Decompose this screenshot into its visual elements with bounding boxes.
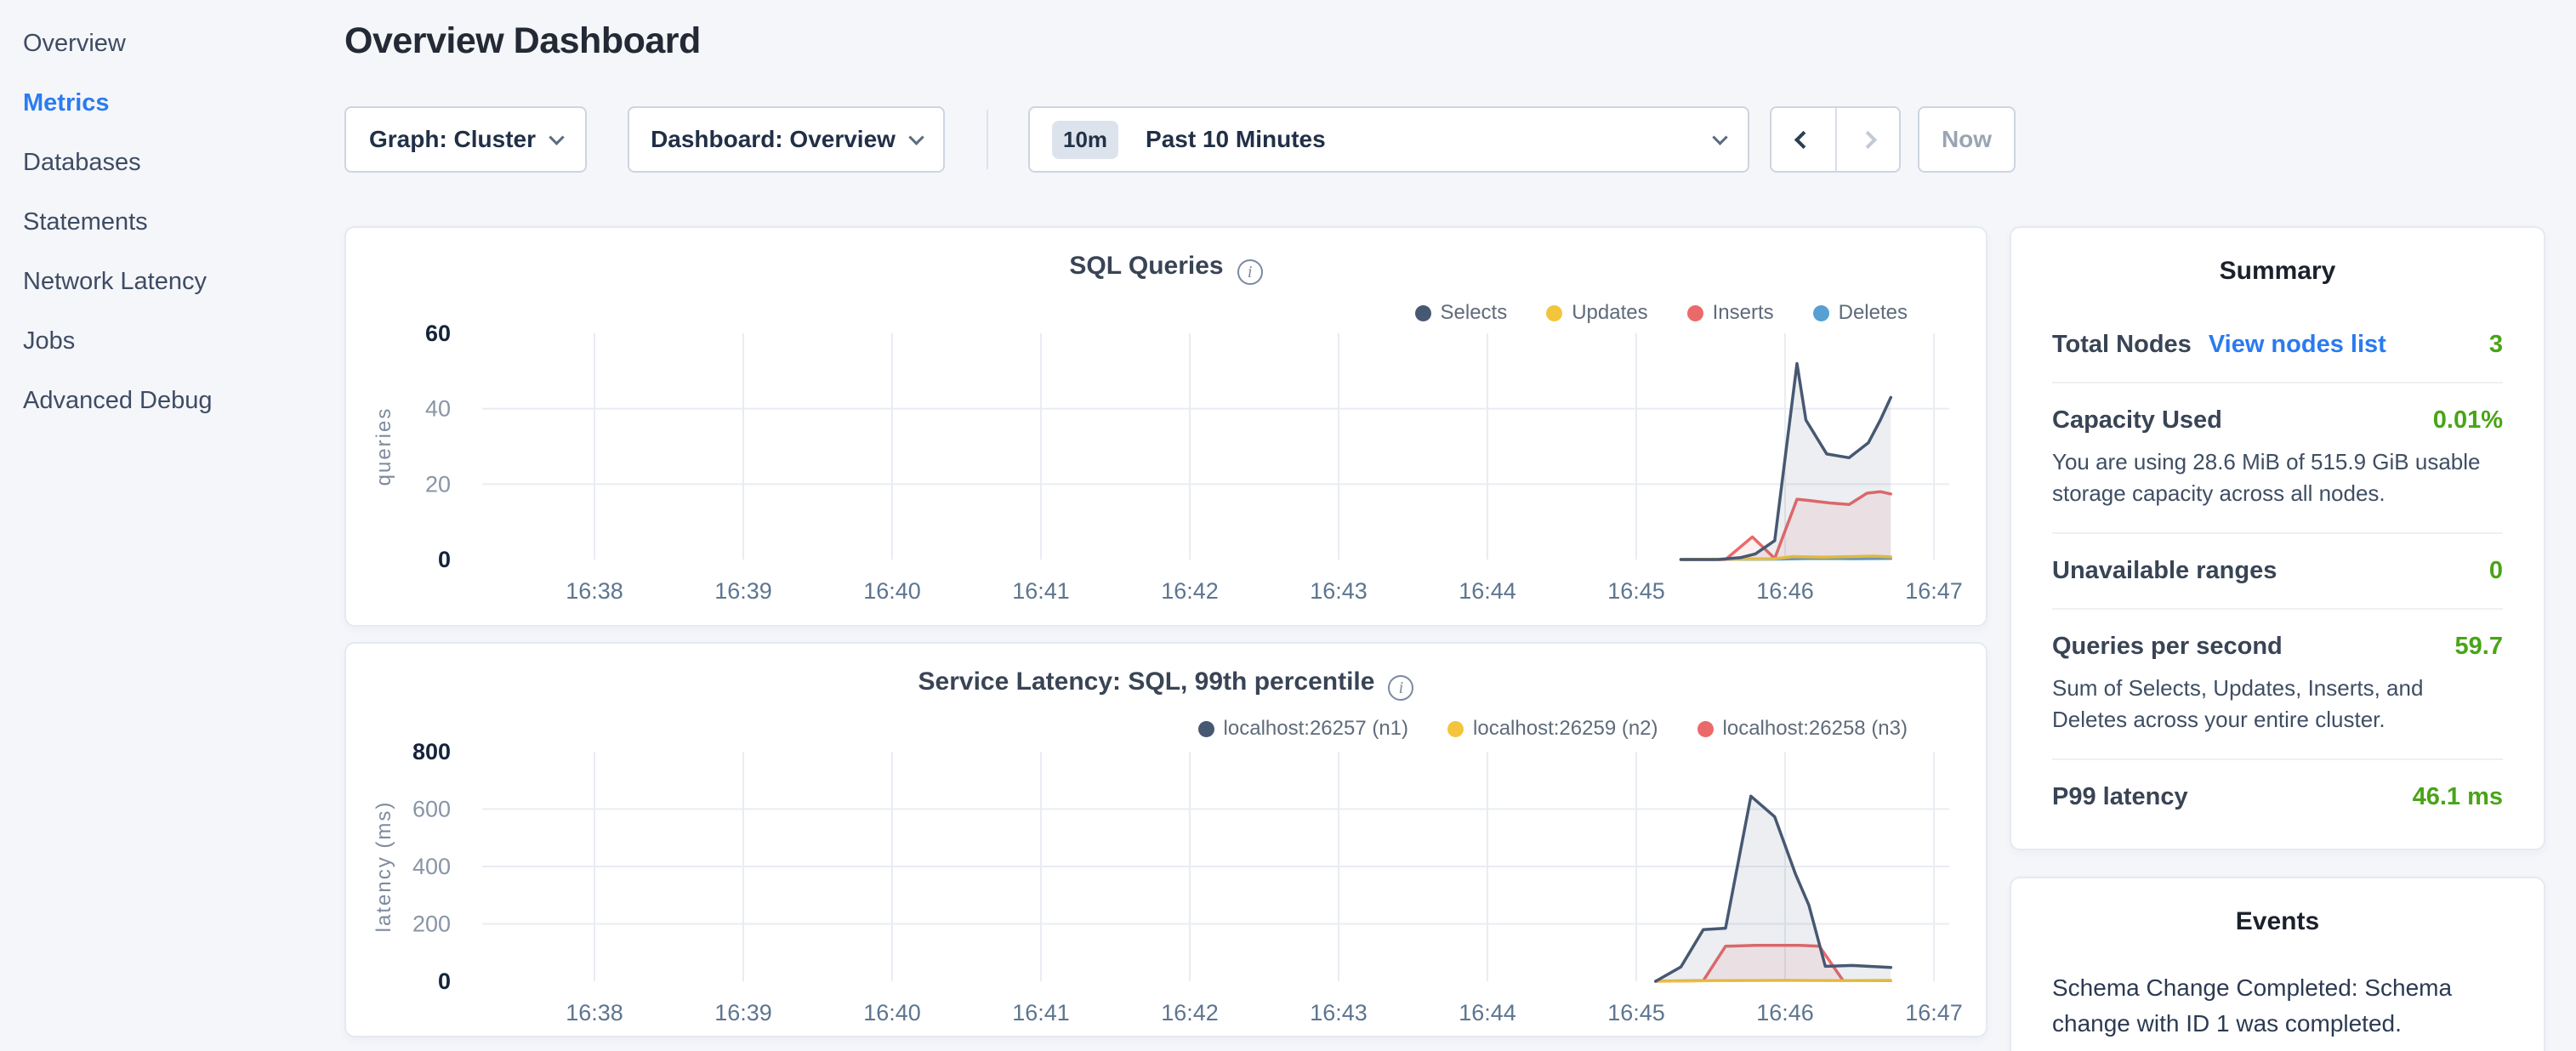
summary-row-queries-per-second: Queries per second 59.7 bbox=[2052, 633, 2503, 661]
x-tick-label: 16:44 bbox=[1459, 578, 1516, 604]
y-tick-label: 600 bbox=[412, 797, 451, 822]
time-next-button[interactable] bbox=[1835, 108, 1899, 171]
view-nodes-list-link[interactable]: View nodes list bbox=[2209, 331, 2386, 359]
x-tick-label: 16:38 bbox=[566, 1000, 623, 1025]
x-tick-label: 16:42 bbox=[1161, 1000, 1219, 1025]
x-tick-label: 16:44 bbox=[1459, 1000, 1516, 1025]
chart-canvas: 0 20 40 60 16:38 16:39 16:40 16:41 16:42 16:43 16:… bbox=[346, 228, 1989, 628]
chart-canvas: 0 200 400 600 800 16:38 16:39 16:40 16:41 16:42 16… bbox=[346, 644, 1989, 1039]
stat-label: Queries per second bbox=[2052, 633, 2283, 661]
y-tick-label: 0 bbox=[438, 969, 451, 994]
service-latency-plot: 0 200 400 600 800 16:38 16:39 16:40 16:41 16:42 16… bbox=[346, 644, 1989, 1043]
x-tick-label: 16:43 bbox=[1310, 1000, 1368, 1025]
x-tick-label: 16:39 bbox=[714, 578, 772, 604]
y-tick-label: 400 bbox=[412, 854, 451, 879]
summary-row-unavailable-ranges: Unavailable ranges 0 bbox=[2052, 557, 2503, 585]
stat-value: 3 bbox=[2489, 331, 2503, 359]
x-tick-label: 16:39 bbox=[714, 1000, 772, 1025]
sidebar-item-advanced-debug[interactable]: Advanced Debug bbox=[0, 371, 340, 430]
sql-queries-chart-card: SQL Queriesi SelectsUpdatesInsertsDelete… bbox=[344, 226, 1987, 627]
events-panel: Events Schema Change Completed: Schema c… bbox=[2010, 877, 2545, 1051]
summary-row-capacity-used: Capacity Used 0.01% bbox=[2052, 406, 2503, 435]
events-title: Events bbox=[2011, 907, 2544, 936]
summary-title: Summary bbox=[2011, 257, 2544, 286]
stat-label: Total Nodes bbox=[2052, 331, 2192, 359]
y-tick-label: 200 bbox=[412, 912, 451, 937]
x-tick-label: 16:40 bbox=[863, 1000, 921, 1025]
x-tick-label: 16:41 bbox=[1012, 578, 1070, 604]
dashboard-dropdown[interactable]: Dashboard: Overview bbox=[628, 106, 945, 173]
dashboard-label: Dashboard: Overview bbox=[651, 126, 896, 153]
chevron-down-icon bbox=[549, 129, 564, 145]
event-item-text[interactable]: Schema Change Completed: Schema change w… bbox=[2052, 970, 2503, 1042]
x-tick-label: 16:45 bbox=[1607, 578, 1665, 604]
controls-bar: Graph: Cluster Dashboard: Overview 10m P… bbox=[344, 106, 2016, 173]
x-tick-label: 16:42 bbox=[1161, 578, 1219, 604]
stat-description: Sum of Selects, Updates, Inserts, and De… bbox=[2052, 673, 2503, 736]
sidebar-item-metrics[interactable]: Metrics bbox=[0, 73, 340, 133]
stat-value: 0 bbox=[2489, 557, 2503, 585]
sql-queries-plot: 0 20 40 60 16:38 16:39 16:40 16:41 16:42 16:43 16:… bbox=[346, 228, 1989, 633]
page-title: Overview Dashboard bbox=[344, 20, 701, 62]
stat-label: P99 latency bbox=[2052, 783, 2188, 811]
sidebar-item-network-latency[interactable]: Network Latency bbox=[0, 252, 340, 311]
y-axis-label: queries bbox=[372, 407, 395, 486]
sidebar: Overview Metrics Databases Statements Ne… bbox=[0, 0, 340, 1051]
graph-scope-label: Graph: Cluster bbox=[369, 126, 536, 153]
stat-value: 46.1 ms bbox=[2413, 783, 2503, 811]
summary-row-p99-latency: P99 latency 46.1 ms bbox=[2052, 783, 2503, 811]
service-latency-chart-card: Service Latency: SQL, 99th percentilei l… bbox=[344, 642, 1987, 1037]
stat-label: Capacity Used bbox=[2052, 406, 2222, 435]
y-axis-label: latency (ms) bbox=[372, 801, 395, 933]
x-tick-label: 16:46 bbox=[1756, 1000, 1814, 1025]
summary-row-total-nodes: Total Nodes View nodes list 3 bbox=[2052, 331, 2503, 359]
time-range-badge: 10m bbox=[1052, 121, 1118, 159]
stat-description: You are using 28.6 MiB of 515.9 GiB usab… bbox=[2052, 446, 2503, 509]
x-tick-label: 16:46 bbox=[1756, 578, 1814, 604]
sidebar-item-jobs[interactable]: Jobs bbox=[0, 311, 340, 371]
controls-divider bbox=[987, 110, 988, 169]
x-tick-label: 16:43 bbox=[1310, 578, 1368, 604]
time-range-dropdown[interactable]: 10m Past 10 Minutes bbox=[1028, 106, 1749, 173]
time-pager bbox=[1770, 106, 1901, 173]
sidebar-item-databases[interactable]: Databases bbox=[0, 133, 340, 192]
summary-panel: Summary Total Nodes View nodes list 3 Ca… bbox=[2010, 226, 2545, 850]
y-tick-label: 20 bbox=[425, 471, 451, 497]
stat-value: 59.7 bbox=[2455, 633, 2503, 661]
x-tick-label: 16:45 bbox=[1607, 1000, 1665, 1025]
stat-value: 0.01% bbox=[2433, 406, 2503, 435]
x-tick-label: 16:41 bbox=[1012, 1000, 1070, 1025]
sidebar-item-statements[interactable]: Statements bbox=[0, 192, 340, 252]
stat-label: Unavailable ranges bbox=[2052, 557, 2277, 585]
chevron-down-icon bbox=[908, 129, 924, 145]
y-tick-label: 0 bbox=[438, 547, 451, 572]
x-tick-label: 16:38 bbox=[566, 578, 623, 604]
sidebar-item-overview[interactable]: Overview bbox=[0, 14, 340, 73]
series-area bbox=[1656, 796, 1891, 981]
x-tick-label: 16:40 bbox=[863, 578, 921, 604]
chevron-down-icon bbox=[1712, 129, 1727, 145]
time-range-label: Past 10 Minutes bbox=[1146, 126, 1326, 153]
x-tick-label: 16:47 bbox=[1905, 1000, 1963, 1025]
now-button[interactable]: Now bbox=[1918, 106, 2016, 173]
time-prev-button[interactable] bbox=[1771, 108, 1835, 171]
y-tick-label: 800 bbox=[412, 739, 451, 764]
y-tick-label: 60 bbox=[425, 321, 451, 346]
x-tick-label: 16:47 bbox=[1905, 578, 1963, 604]
chevron-left-icon bbox=[1794, 130, 1812, 148]
chevron-right-icon bbox=[1859, 130, 1877, 148]
graph-scope-dropdown[interactable]: Graph: Cluster bbox=[344, 106, 587, 173]
y-tick-label: 40 bbox=[425, 396, 451, 422]
